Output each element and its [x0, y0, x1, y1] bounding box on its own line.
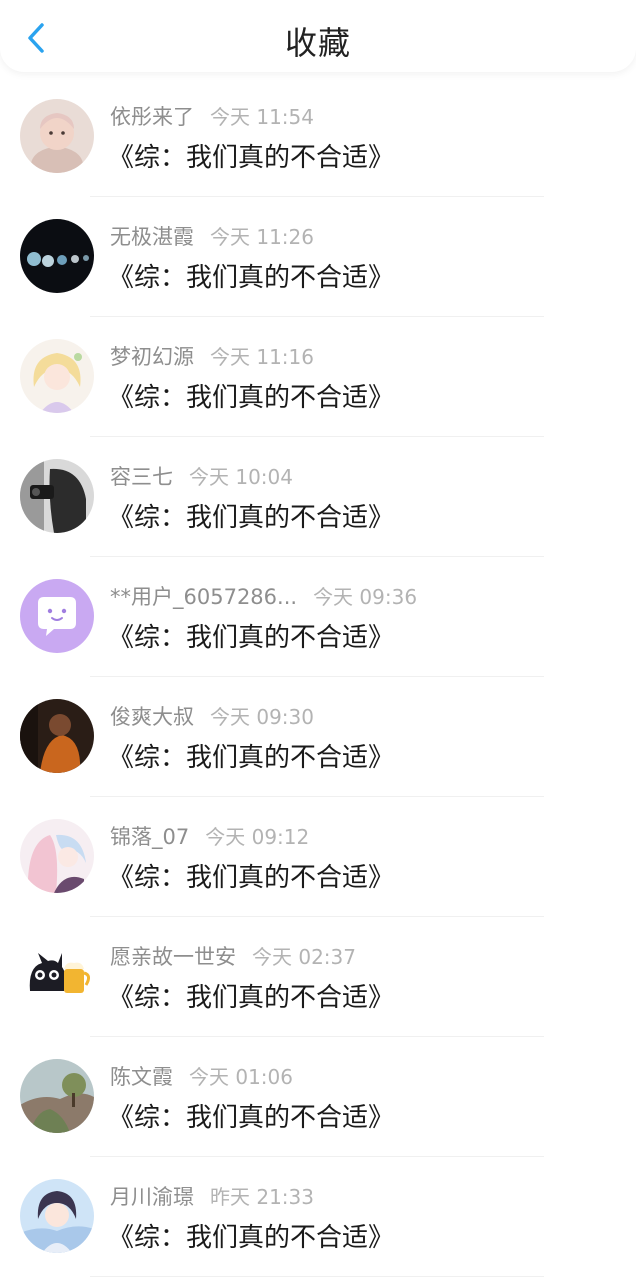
book-title[interactable]: 《综：我们真的不合适》: [108, 377, 394, 414]
item-meta: 容三七 今天 10:04: [110, 461, 293, 491]
avatar[interactable]: [20, 579, 94, 653]
timestamp: 今天 10:04: [189, 465, 293, 489]
timestamp: 昨天 21:33: [210, 1185, 314, 1209]
username[interactable]: 梦初幻源: [110, 345, 194, 369]
timestamp: 今天 01:06: [189, 1065, 293, 1089]
avatar[interactable]: [20, 1179, 94, 1253]
username[interactable]: 陈文霞: [110, 1065, 173, 1089]
item-meta: 依彤来了 今天 11:54: [110, 101, 314, 131]
book-title[interactable]: 《综：我们真的不合适》: [108, 977, 394, 1014]
page-title: 收藏: [284, 24, 351, 62]
avatar[interactable]: [20, 699, 94, 773]
avatar[interactable]: [20, 939, 94, 1013]
book-title[interactable]: 《综：我们真的不合适》: [108, 137, 394, 174]
list-item[interactable]: 陈文霞 今天 01:06 《综：我们真的不合适》: [0, 1037, 636, 1157]
timestamp: 今天 02:37: [252, 945, 356, 969]
username[interactable]: 俊爽大叔: [110, 705, 194, 729]
avatar[interactable]: [20, 339, 94, 413]
username[interactable]: 月川渝璟: [110, 1185, 194, 1209]
item-meta: 月川渝璟 昨天 21:33: [110, 1181, 314, 1211]
item-meta: 锦落_07 今天 09:12: [110, 821, 309, 851]
avatar[interactable]: [20, 219, 94, 293]
timestamp: 今天 09:12: [205, 825, 310, 849]
list-item[interactable]: 无极湛霞 今天 11:26 《综：我们真的不合适》: [0, 197, 636, 317]
username[interactable]: 容三七: [110, 465, 173, 489]
timestamp: 今天 09:30: [210, 705, 314, 729]
item-meta: 梦初幻源 今天 11:16: [110, 341, 314, 371]
list-item[interactable]: **用户_6057286... 今天 09:36 《综：我们真的不合适》: [0, 557, 636, 677]
username[interactable]: 无极湛霞: [110, 225, 194, 249]
book-title[interactable]: 《综：我们真的不合适》: [108, 1097, 394, 1134]
book-title[interactable]: 《综：我们真的不合适》: [108, 617, 394, 654]
username[interactable]: 依彤来了: [110, 105, 194, 129]
avatar[interactable]: [20, 1059, 94, 1133]
item-meta: 俊爽大叔 今天 09:30: [110, 701, 314, 731]
avatar[interactable]: [20, 459, 94, 533]
favorites-page: 收藏 依彤来了 今天 11:54 《综：我们真的不合适》 无极湛霞 今天 11:…: [0, 0, 636, 1280]
list-item[interactable]: 依彤来了 今天 11:54 《综：我们真的不合适》: [0, 77, 636, 197]
divider: [90, 1276, 544, 1277]
favorites-list: 依彤来了今天 11:54 《综：我们真的不合适》 无极湛霞今天 11:26: [0, 77, 636, 1277]
timestamp: 今天 11:26: [210, 225, 314, 249]
item-meta: 无极湛霞 今天 11:26: [110, 221, 314, 251]
item-meta: 陈文霞 今天 01:06: [110, 1061, 293, 1091]
item-meta: **用户_6057286... 今天 09:36: [110, 581, 417, 611]
book-title[interactable]: 《综：我们真的不合适》: [108, 857, 394, 894]
book-title[interactable]: 《综：我们真的不合适》: [108, 737, 394, 774]
avatar[interactable]: [20, 819, 94, 893]
book-title[interactable]: 《综：我们真的不合适》: [108, 497, 394, 534]
list-item[interactable]: 愿亲故一世安 今天 02:37 《综：我们真的不合适》: [0, 917, 636, 1037]
list-item[interactable]: 月川渝璟 昨天 21:33 《综：我们真的不合适》: [0, 1157, 636, 1277]
book-title[interactable]: 《综：我们真的不合适》: [108, 1217, 394, 1254]
avatar[interactable]: [20, 99, 94, 173]
book-title[interactable]: 《综：我们真的不合适》: [108, 257, 394, 294]
top-bar: 收藏: [0, 0, 636, 72]
list-item[interactable]: 梦初幻源 今天 11:16 《综：我们真的不合适》: [0, 317, 636, 437]
list-item[interactable]: 容三七 今天 10:04 《综：我们真的不合适》: [0, 437, 636, 557]
timestamp: 今天 09:36: [313, 585, 418, 609]
list-item[interactable]: 锦落_07 今天 09:12 《综：我们真的不合适》: [0, 797, 636, 917]
timestamp: 今天 11:54: [210, 105, 314, 129]
item-meta: 愿亲故一世安 今天 02:37: [110, 941, 356, 971]
username[interactable]: **用户_6057286...: [110, 585, 297, 609]
timestamp: 今天 11:16: [210, 345, 314, 369]
username[interactable]: 锦落_07: [110, 825, 189, 849]
username[interactable]: 愿亲故一世安: [110, 945, 236, 969]
list-item[interactable]: 俊爽大叔 今天 09:30 《综：我们真的不合适》: [0, 677, 636, 797]
